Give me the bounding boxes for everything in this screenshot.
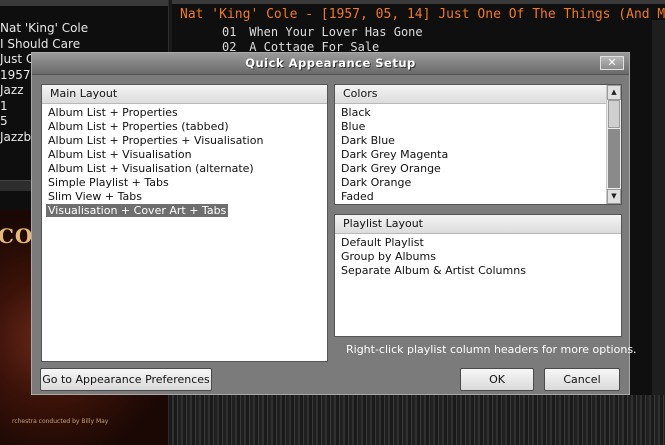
- playlist-layout-item[interactable]: Separate Album & Artist Columns: [335, 264, 621, 278]
- playlist-layout-header[interactable]: Playlist Layout: [335, 215, 621, 234]
- cover-art-credit: rchestra conducted by Billy May: [12, 418, 109, 425]
- main-layout-item[interactable]: Album List + Properties (tabbed): [42, 120, 327, 134]
- color-item[interactable]: Dark Grey Orange: [335, 162, 621, 176]
- selected-item-label: Visualisation + Cover Art + Tabs: [46, 204, 229, 217]
- dialog-title: Quick Appearance Setup: [245, 56, 416, 70]
- track-number: 01: [222, 25, 237, 39]
- cancel-button[interactable]: Cancel: [544, 368, 620, 391]
- color-item[interactable]: Blue: [335, 120, 621, 134]
- main-layout-item[interactable]: Album List + Properties: [42, 106, 327, 120]
- sidebar-top-bar: [0, 0, 168, 6]
- main-layout-list[interactable]: Main Layout Album List + Properties Albu…: [41, 84, 328, 362]
- color-item[interactable]: Dark Orange: [335, 176, 621, 190]
- colors-list[interactable]: Colors Black Blue Dark Blue Dark Grey Ma…: [334, 84, 622, 205]
- playlist-top-bar: [172, 0, 665, 4]
- playlist-row[interactable]: 01 When Your Lover Has Gone: [222, 25, 423, 39]
- property-line: Nat 'King' Cole: [0, 21, 89, 35]
- colors-scrollbar[interactable]: ▲ ▼: [606, 85, 621, 204]
- property-line: I Should Care: [0, 36, 81, 51]
- hint-text: Right-click playlist column headers for …: [346, 343, 637, 356]
- main-layout-header[interactable]: Main Layout: [42, 85, 327, 104]
- main-layout-item[interactable]: Album List + Properties + Visualisation: [42, 134, 327, 148]
- go-to-appearance-preferences-button[interactable]: Go to Appearance Preferences: [40, 368, 212, 391]
- scroll-track[interactable]: [608, 129, 620, 188]
- track-title: When Your Lover Has Gone: [249, 25, 423, 39]
- now-playing-title: Nat 'King' Cole - [1957, 05, 14] Just On…: [180, 7, 665, 22]
- main-layout-item[interactable]: Simple Playlist + Tabs: [42, 176, 327, 190]
- playlist-layout-item[interactable]: Default Playlist: [335, 236, 621, 250]
- color-item[interactable]: Dark Blue: [335, 134, 621, 148]
- ok-button[interactable]: OK: [460, 368, 534, 391]
- close-icon[interactable]: ✕: [600, 56, 624, 70]
- dialog-titlebar[interactable]: Quick Appearance Setup ✕: [32, 53, 629, 75]
- playlist-layout-item[interactable]: Group by Albums: [335, 250, 621, 264]
- main-layout-item[interactable]: Album List + Visualisation (alternate): [42, 162, 327, 176]
- colors-header[interactable]: Colors: [335, 85, 606, 104]
- main-layout-item[interactable]: Slim View + Tabs: [42, 190, 327, 204]
- scroll-up-icon[interactable]: ▲: [607, 85, 621, 100]
- scroll-thumb[interactable]: [608, 100, 620, 128]
- color-item[interactable]: Faded: [335, 190, 621, 204]
- quick-appearance-setup-dialog: Quick Appearance Setup ✕ Main Layout Alb…: [31, 52, 637, 395]
- playlist-scrollbar[interactable]: [652, 20, 665, 395]
- color-item[interactable]: Dark Grey Magenta: [335, 148, 621, 162]
- color-item[interactable]: Black: [335, 106, 621, 120]
- main-layout-item-selected[interactable]: Visualisation + Cover Art + Tabs: [42, 204, 327, 218]
- visualisation-strip: [172, 395, 665, 445]
- playlist-layout-list[interactable]: Playlist Layout Default Playlist Group b…: [334, 214, 622, 337]
- main-layout-item[interactable]: Album List + Visualisation: [42, 148, 327, 162]
- scroll-down-icon[interactable]: ▼: [607, 189, 621, 204]
